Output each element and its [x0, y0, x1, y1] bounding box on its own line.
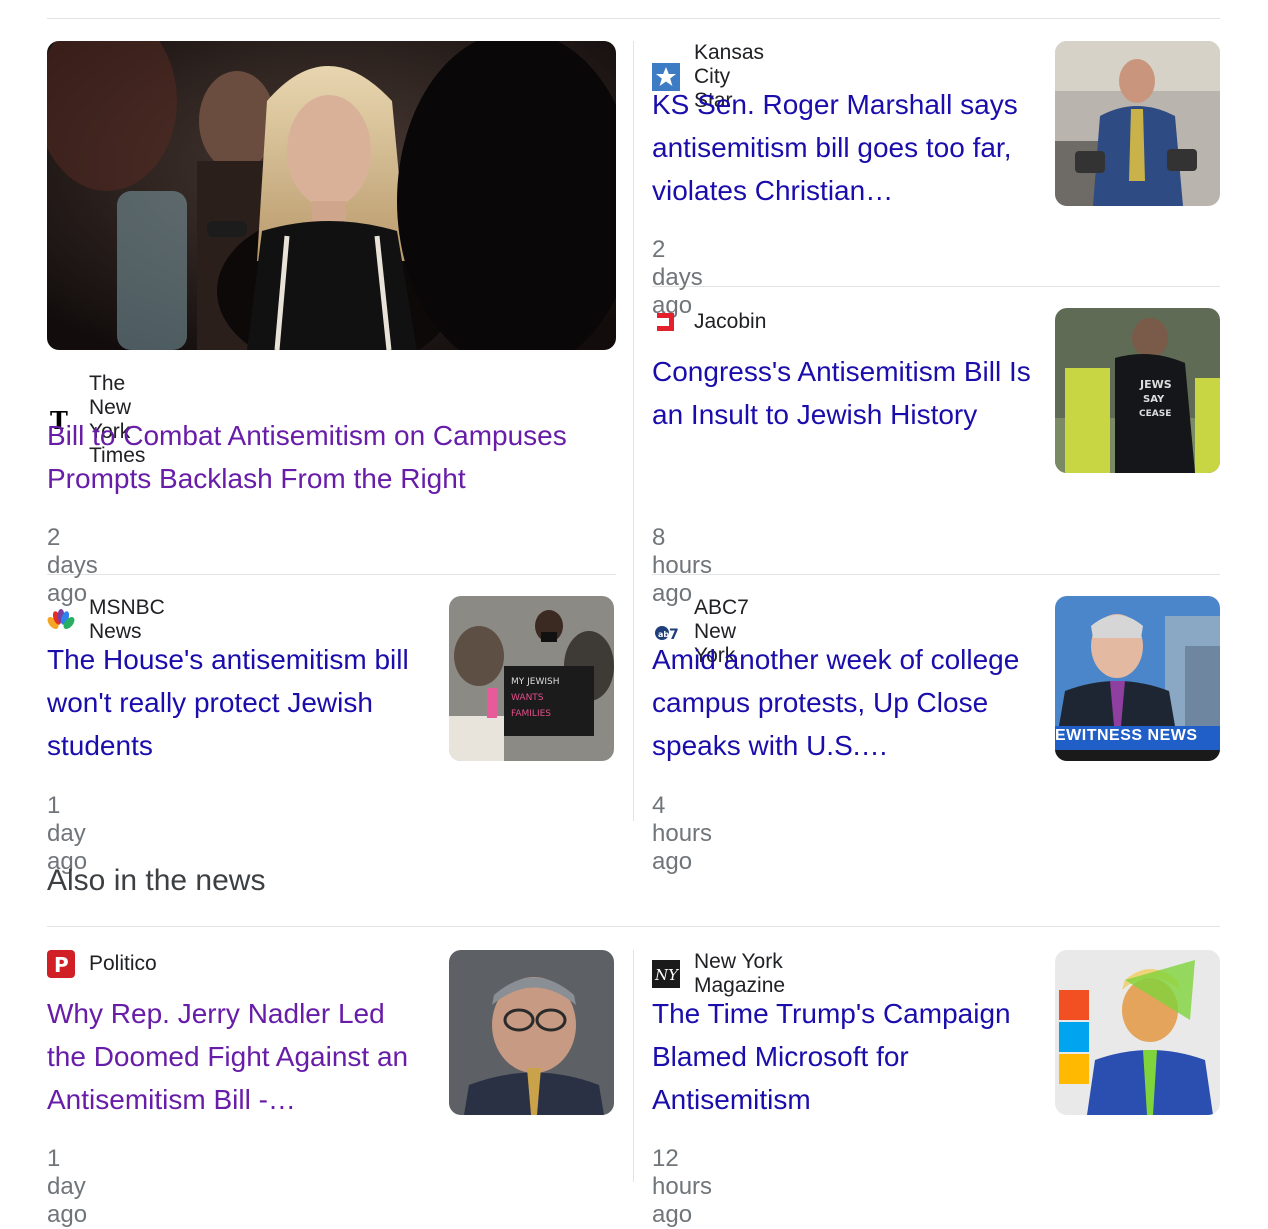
svg-text:NY: NY: [654, 966, 680, 984]
row-divider: [47, 574, 616, 575]
row-divider: [652, 286, 1220, 287]
story-headline[interactable]: The Time Trump's Campaign Blamed Microso…: [652, 992, 1032, 1121]
story-thumbnail[interactable]: [1055, 41, 1220, 206]
story-source-name: MSNBC News: [89, 596, 165, 643]
politico-icon: P: [47, 950, 75, 978]
story-thumbnail[interactable]: JEWS SAY CEASE: [1055, 308, 1220, 473]
svg-text:P: P: [54, 953, 69, 977]
section-heading: Also in the news: [47, 864, 266, 897]
story-thumbnail[interactable]: [1055, 950, 1220, 1115]
svg-text:WANTS: WANTS: [511, 693, 544, 703]
nbc-peacock-icon: [47, 606, 75, 634]
story-headline[interactable]: KS Sen. Roger Marshall says antisemitism…: [652, 83, 1022, 212]
story-timestamp: 12 hours ago: [652, 1145, 713, 1228]
svg-text:FAMILIES: FAMILIES: [511, 709, 551, 719]
story-headline[interactable]: The House's antisemitism bill won't real…: [47, 638, 417, 767]
story-headline[interactable]: Bill to Combat Antisemitism on Campuses …: [47, 414, 607, 500]
jacobin-icon: [652, 308, 680, 336]
story-headline[interactable]: Amid another week of college campus prot…: [652, 638, 1032, 767]
column-divider: [633, 950, 634, 1182]
story-source-name: Politico: [89, 952, 157, 975]
story-thumbnail[interactable]: MY JEWISH WANTS FAMILIES: [449, 596, 614, 761]
story-source: Jacobin: [652, 308, 766, 336]
story-thumbnail[interactable]: [449, 950, 614, 1115]
svg-text:JEWS: JEWS: [1139, 378, 1172, 391]
story-source: P Politico: [47, 950, 157, 978]
story-hero-image[interactable]: [47, 41, 616, 350]
section-divider: [47, 926, 1220, 927]
top-divider: [47, 18, 1220, 19]
row-divider: [652, 574, 1220, 575]
story-source-name: New York Magazine: [694, 950, 786, 997]
story-source: NY New York Magazine: [652, 950, 785, 998]
svg-text:CEASE: CEASE: [1139, 409, 1171, 419]
column-divider: [633, 41, 634, 821]
story-headline[interactable]: Congress's Antisemitism Bill Is an Insul…: [652, 350, 1032, 436]
nymag-icon: NY: [652, 960, 680, 988]
thumbnail-caption: EWITNESS NEWS: [1055, 727, 1198, 744]
story-timestamp: 1 day ago: [47, 1145, 88, 1228]
story-source: MSNBC News: [47, 596, 165, 644]
svg-text:MY JEWISH: MY JEWISH: [511, 677, 560, 687]
story-thumbnail[interactable]: EWITNESS NEWS: [1055, 596, 1220, 761]
story-headline[interactable]: Why Rep. Jerry Nadler Led the Doomed Fig…: [47, 992, 417, 1121]
svg-text:SAY: SAY: [1143, 394, 1165, 405]
story-source-name: Jacobin: [694, 310, 767, 333]
story-timestamp: 4 hours ago: [652, 792, 713, 875]
